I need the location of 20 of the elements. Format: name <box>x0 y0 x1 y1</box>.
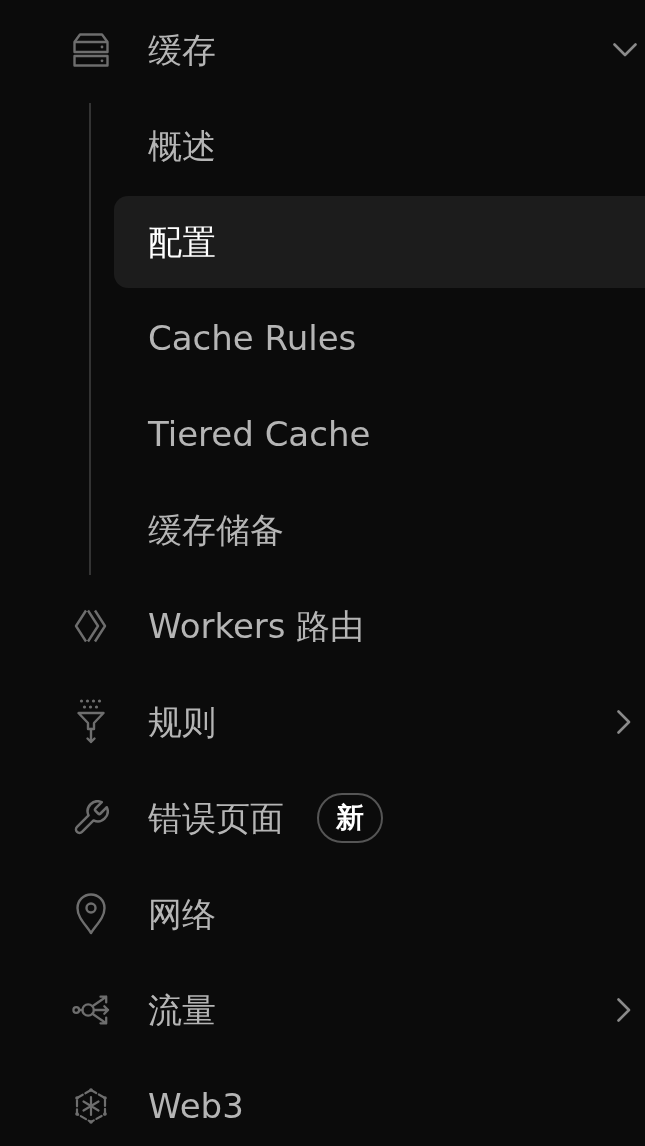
nav-subitem[interactable]: Tiered Cache <box>114 388 645 480</box>
branching-arrows-icon <box>72 994 110 1026</box>
hexagon-asterisk-icon <box>74 1088 108 1124</box>
nav-item[interactable]: Web3 <box>0 1058 645 1146</box>
server-icon <box>73 33 109 67</box>
new-badge: 新 <box>317 793 383 843</box>
nav-item[interactable]: Workers 路由 <box>0 578 645 674</box>
funnel-icon <box>77 699 105 745</box>
nav-item[interactable]: 流量 <box>0 962 645 1058</box>
nav-item[interactable]: 错误页面 新 <box>0 770 645 866</box>
nav-subitem[interactable]: 配置 <box>114 196 645 288</box>
nav-subitem[interactable]: 概述 <box>114 100 645 192</box>
diamond-chevron-icon <box>74 609 108 643</box>
nav-subitem[interactable]: Cache Rules <box>114 292 645 384</box>
nav-subitem[interactable]: 缓存储备 <box>114 484 645 576</box>
map-pin-icon <box>76 893 106 935</box>
nav-item[interactable]: 规则 <box>0 674 645 770</box>
nav-item[interactable]: 缓存 <box>0 2 645 98</box>
wrench-icon <box>73 800 109 836</box>
nav-item[interactable]: 网络 <box>0 866 645 962</box>
